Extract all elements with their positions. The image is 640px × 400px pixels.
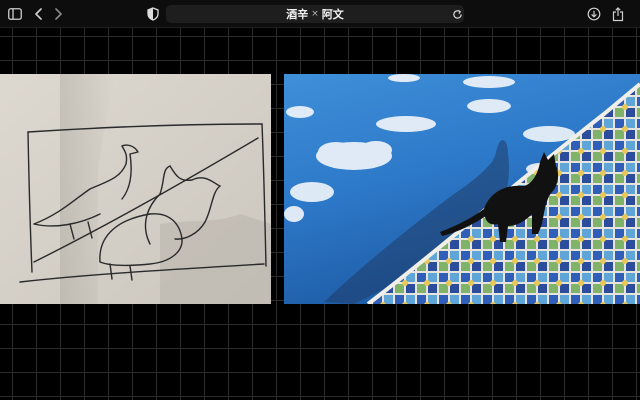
forward-icon[interactable] [50,6,66,22]
page-title-left: 酒辛 [286,8,309,21]
browser-toolbar: 酒辛 × 阿文 [0,0,640,28]
sketch-image [0,74,271,304]
title-separator: × [311,9,319,19]
back-icon[interactable] [31,6,47,22]
shield-icon[interactable] [145,6,161,22]
address-bar[interactable]: 酒辛 × 阿文 [166,5,464,23]
download-icon[interactable] [586,6,602,22]
reload-icon[interactable] [449,6,465,22]
share-icon[interactable] [610,6,626,22]
sidebar-icon[interactable] [7,6,23,22]
cat-photo-image [284,74,640,304]
page-title-right: 阿文 [321,8,344,21]
